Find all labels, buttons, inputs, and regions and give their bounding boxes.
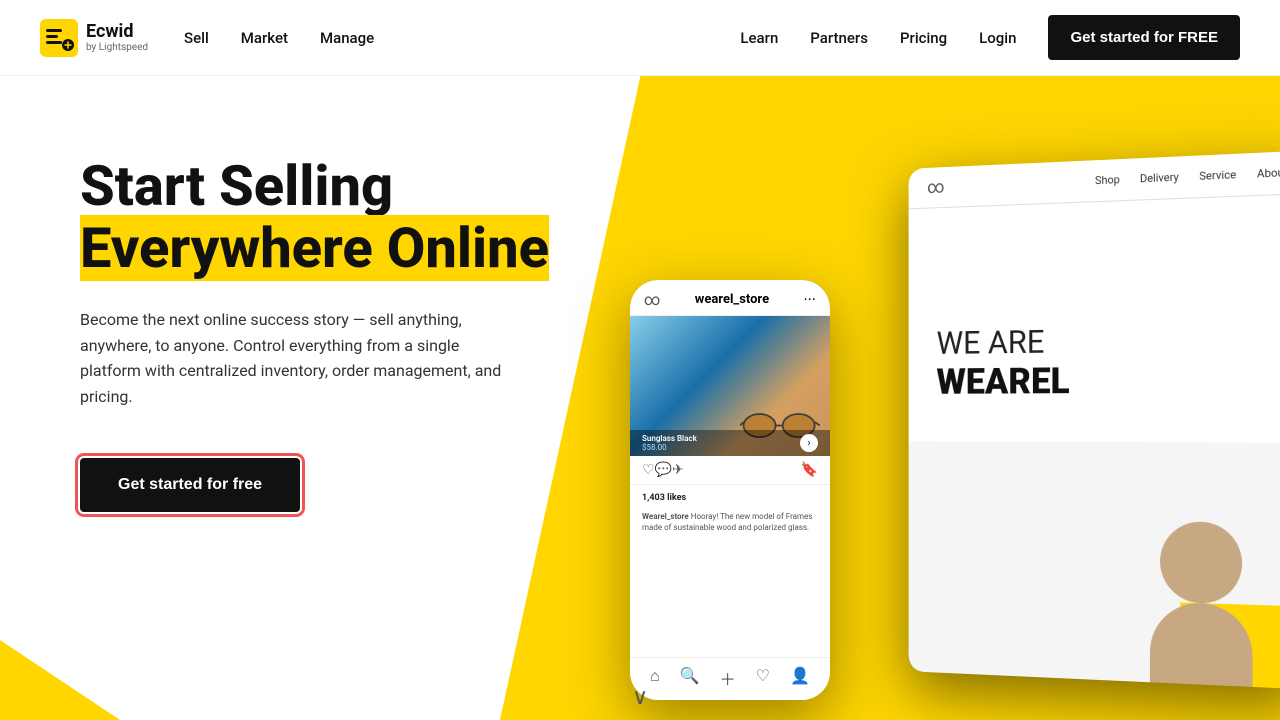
nav-primary: Sell Market Manage	[184, 28, 374, 47]
phone-bookmark-icon[interactable]: 🔖	[801, 462, 818, 478]
hero-section: Start Selling Everywhere Online Become t…	[0, 76, 1280, 720]
hero-title-line2: Everywhere Online	[80, 215, 549, 281]
nav-pricing-link[interactable]: Pricing	[900, 29, 947, 47]
phone-caption: Wearel_store Hooray! The new model of Fr…	[630, 507, 830, 537]
scroll-down-arrow[interactable]: ∨	[632, 685, 648, 710]
phone-plus-icon[interactable]: ＋	[720, 666, 736, 690]
phone-caption-username: Wearel_store	[642, 512, 689, 521]
nav-learn-link[interactable]: Learn	[740, 29, 778, 47]
phone-header: ∞ wearel_store ···	[630, 280, 830, 316]
tablet-logo-icon: ∞	[927, 177, 944, 198]
nav-sell-link[interactable]: Sell	[184, 29, 209, 47]
tablet-nav-service[interactable]: Service	[1199, 168, 1236, 183]
phone-product-label: Sunglass Black	[642, 434, 697, 443]
hero-description: Become the next online success story — s…	[80, 307, 520, 409]
hero-content: Start Selling Everywhere Online Become t…	[0, 76, 549, 720]
phone-share-icon[interactable]: ✈	[672, 462, 684, 478]
phone-bottom-nav: ⌂ 🔍 ＋ ♡ 👤	[630, 657, 830, 700]
tablet-nav: Shop Delivery Service Abou	[1095, 166, 1280, 187]
phone-heart-icon[interactable]: ♡	[642, 462, 655, 478]
phone-product-price-sm: $58.00	[642, 443, 697, 452]
nav-item-manage[interactable]: Manage	[320, 28, 374, 47]
logo-brand: Ecwid	[86, 22, 148, 42]
tablet-nav-about[interactable]: Abou	[1257, 166, 1280, 181]
nav-item-sell[interactable]: Sell	[184, 28, 209, 47]
tablet-screen: ∞ Shop Delivery Service Abou WE ARE WEAR…	[909, 151, 1280, 690]
logo[interactable]: Ecwid by Lightspeed	[40, 19, 148, 57]
phone-cart-icon[interactable]: ›	[800, 434, 818, 452]
phone-action-bar: ♡ 💬 ✈ 🔖	[630, 456, 830, 485]
phone-infinity-icon: ∞	[644, 290, 660, 309]
navbar-left: Ecwid by Lightspeed Sell Market Manage	[40, 19, 374, 57]
phone-screen-1: ∞ wearel_store ···	[630, 280, 830, 700]
phone-mockup-1: ∞ wearel_store ···	[630, 280, 830, 700]
logo-sub: by Lightspeed	[86, 42, 148, 53]
phone-likes-count: 1,403 likes	[630, 485, 830, 507]
hero-visuals: ∞ wearel_store ···	[600, 80, 1280, 720]
nav-login-link[interactable]: Login	[979, 29, 1016, 47]
phone-product-image: Sunglass Black $58.00 ›	[630, 316, 830, 456]
ecwid-logo-icon	[40, 19, 78, 57]
phone-profile-icon[interactable]: 👤	[790, 666, 810, 690]
nav-market-link[interactable]: Market	[241, 29, 288, 47]
nav-item-market[interactable]: Market	[241, 28, 288, 47]
tablet-nav-shop[interactable]: Shop	[1095, 173, 1120, 187]
nav-cta-button[interactable]: Get started for FREE	[1048, 15, 1240, 60]
navbar: Ecwid by Lightspeed Sell Market Manage L…	[0, 0, 1280, 76]
logo-text: Ecwid by Lightspeed	[86, 22, 148, 53]
nav-manage-link[interactable]: Manage	[320, 29, 374, 47]
phone-store-name: wearel_store	[695, 292, 769, 307]
tablet-wearel-text: WEAREL	[936, 358, 1273, 402]
phone-search-icon[interactable]: 🔍	[680, 666, 700, 690]
nav-partners-link[interactable]: Partners	[810, 29, 868, 47]
tablet-mockup: ∞ Shop Delivery Service Abou WE ARE WEAR…	[909, 151, 1280, 690]
navbar-right: Learn Partners Pricing Login Get started…	[740, 15, 1240, 60]
tablet-person-image	[1140, 521, 1263, 688]
hero-title: Start Selling Everywhere Online	[80, 156, 549, 279]
phone-header-dots: ···	[803, 290, 816, 309]
phone-heart-nav-icon[interactable]: ♡	[756, 666, 770, 690]
phone-home-icon[interactable]: ⌂	[650, 666, 660, 690]
hero-title-line1: Start Selling	[80, 153, 393, 219]
tablet-tagline: WE ARE WEAREL	[936, 319, 1273, 403]
phone-comment-icon[interactable]: 💬	[655, 462, 672, 478]
tablet-we-are-text: WE ARE	[936, 319, 1273, 362]
tablet-nav-delivery[interactable]: Delivery	[1140, 171, 1179, 186]
tablet-hero: WE ARE WEAREL	[909, 194, 1280, 443]
hero-cta-button[interactable]: Get started for free	[80, 458, 300, 512]
